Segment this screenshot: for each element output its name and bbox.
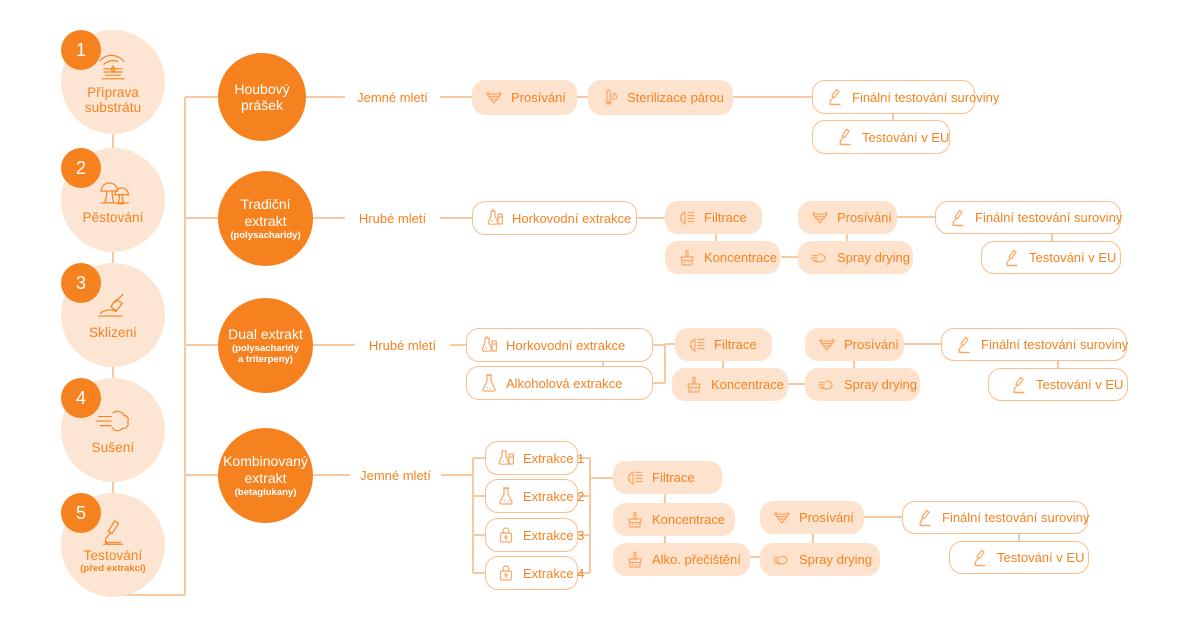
node-testovani-eu-3[interactable]: Testování v EU bbox=[988, 368, 1128, 401]
lock-icon bbox=[496, 525, 516, 545]
flask-icon bbox=[479, 373, 499, 393]
harvest-trowel-icon bbox=[97, 293, 124, 317]
branch-circle-kombinovany-extrakt[interactable]: Kombinovaný extrakt (betaglukany) bbox=[218, 428, 313, 523]
filter-icon bbox=[625, 468, 645, 488]
node-horkovodni-extrakce-2[interactable]: Horkovodní extrakce bbox=[472, 201, 637, 235]
sidebar-step-3-number: 3 bbox=[61, 263, 101, 303]
branch-title: Tradiční extrakt bbox=[240, 196, 291, 229]
microscope-icon bbox=[1009, 375, 1029, 395]
flowchart-canvas: Příprava substrátu 1 Pěstování 2 Sklizení… bbox=[0, 0, 1200, 633]
sidebar-step-5-number: 5 bbox=[61, 493, 101, 533]
node-spray-drying-4[interactable]: Spray drying bbox=[760, 543, 880, 576]
node-extrakce-4[interactable]: Extrakce 4 bbox=[485, 556, 584, 590]
filter-icon bbox=[677, 208, 697, 228]
node-filtrace-3[interactable]: Filtrace bbox=[675, 328, 772, 361]
hot-water-flask-icon bbox=[485, 208, 505, 228]
node-filtrace-4[interactable]: Filtrace bbox=[613, 461, 722, 494]
microscope-icon bbox=[825, 87, 845, 107]
branch-title: Kombinovaný extrakt bbox=[223, 453, 308, 486]
microscope-icon bbox=[954, 335, 974, 355]
node-extrakce-3[interactable]: Extrakce 3 bbox=[485, 518, 584, 552]
node-spray-drying-2[interactable]: Spray drying bbox=[798, 241, 913, 274]
node-hrube-mleti-3[interactable]: Hrubé mletí bbox=[355, 328, 450, 363]
node-jemne-mleti-1[interactable]: Jemné mletí bbox=[345, 80, 440, 115]
node-hrube-mleti-2[interactable]: Hrubé mletí bbox=[345, 201, 440, 236]
node-testovani-eu-2[interactable]: Testování v EU bbox=[981, 241, 1121, 274]
branch-circle-tradicni-extrakt[interactable]: Tradiční extrakt (polysacharidy) bbox=[218, 171, 313, 266]
sidebar-step-1-number: 1 bbox=[61, 30, 101, 70]
node-prosivani-4[interactable]: Prosívání bbox=[760, 501, 864, 534]
microscope-icon bbox=[948, 208, 968, 228]
sieve-icon bbox=[810, 208, 830, 228]
sieve-icon bbox=[772, 508, 792, 528]
drying-air-icon bbox=[96, 410, 129, 432]
node-finalni-testovani-3[interactable]: Finální testování suroviny bbox=[941, 328, 1128, 361]
node-prosivani-2[interactable]: Prosívání bbox=[798, 201, 897, 234]
microscope-icon bbox=[1002, 248, 1022, 268]
node-prosivani-1[interactable]: Prosívání bbox=[472, 80, 577, 115]
thermometer-drop-icon bbox=[600, 88, 620, 108]
sidebar-step-2-number: 2 bbox=[61, 148, 101, 188]
node-jemne-mleti-4[interactable]: Jemné mletí bbox=[350, 458, 441, 493]
concentrate-icon bbox=[625, 510, 645, 530]
spray-dry-icon bbox=[772, 550, 792, 570]
node-koncentrace-4[interactable]: Koncentrace bbox=[613, 503, 735, 536]
concentrate-icon bbox=[677, 248, 697, 268]
node-alkoholova-extrakce-3[interactable]: Alkoholová extrakce bbox=[466, 366, 653, 400]
flask-icon bbox=[496, 486, 516, 506]
sieve-icon bbox=[484, 88, 504, 108]
microscope-icon bbox=[970, 548, 990, 568]
branch-title: Houbový prášek bbox=[234, 80, 290, 114]
sidebar-step-2-label: Pěstování bbox=[82, 210, 144, 225]
sidebar-step-4-number: 4 bbox=[61, 378, 101, 418]
filter-icon bbox=[687, 335, 707, 355]
node-sterilizace-parou[interactable]: Sterilizace párou bbox=[588, 80, 733, 115]
spray-dry-icon bbox=[817, 375, 837, 395]
branch-subtitle: (polysacharidy a triterpeny) bbox=[231, 343, 300, 366]
microscope-icon bbox=[835, 127, 855, 147]
branch-title: Dual extrakt bbox=[228, 325, 303, 342]
node-alko-precisteni-4[interactable]: Alko. přečištění bbox=[613, 543, 750, 576]
sidebar-step-1-label: Příprava substrátu bbox=[84, 84, 142, 115]
sieve-icon bbox=[817, 335, 837, 355]
branch-subtitle: (betaglukany) bbox=[234, 487, 297, 498]
sidebar-step-5-label: Testování bbox=[83, 547, 143, 563]
node-spray-drying-3[interactable]: Spray drying bbox=[805, 368, 920, 401]
node-finalni-testovani-4[interactable]: Finální testování suroviny bbox=[902, 501, 1089, 534]
branch-circle-houbovy-prasek[interactable]: Houbový prášek bbox=[218, 53, 306, 141]
microscope-icon bbox=[103, 519, 123, 545]
branch-subtitle: (polysacharidy) bbox=[230, 230, 301, 241]
sidebar-step-4-label: Sušení bbox=[91, 440, 135, 455]
node-extrakce-2[interactable]: Extrakce 2 bbox=[485, 479, 584, 513]
hot-water-flask-icon bbox=[479, 335, 499, 355]
lock-icon bbox=[496, 563, 516, 583]
branch-circle-dual-extrakt[interactable]: Dual extrakt (polysacharidy a triterpeny) bbox=[218, 298, 313, 393]
node-koncentrace-3[interactable]: Koncentrace bbox=[672, 368, 788, 401]
node-finalni-testovani-2[interactable]: Finální testování suroviny bbox=[935, 201, 1122, 234]
mushrooms-icon bbox=[100, 182, 130, 205]
microscope-icon bbox=[915, 508, 935, 528]
hot-water-flask-icon bbox=[496, 448, 516, 468]
node-prosivani-3[interactable]: Prosívání bbox=[805, 328, 904, 361]
node-koncentrace-2[interactable]: Koncentrace bbox=[665, 241, 780, 274]
sidebar-step-3-label: Sklizení bbox=[88, 325, 138, 340]
node-horkovodni-extrakce-3[interactable]: Horkovodní extrakce bbox=[466, 328, 653, 362]
node-extrakce-1[interactable]: Extrakce 1 bbox=[485, 441, 584, 475]
node-finalni-testovani-1[interactable]: Finální testování suroviny bbox=[812, 80, 999, 114]
concentrate-icon bbox=[625, 550, 645, 570]
spray-dry-icon bbox=[810, 248, 830, 268]
node-testovani-eu-1[interactable]: Testování v EU bbox=[812, 120, 950, 154]
sidebar-step-5-sublabel: (před extrakcí) bbox=[80, 562, 146, 574]
node-testovani-eu-4[interactable]: Testování v EU bbox=[949, 541, 1089, 574]
concentrate-icon bbox=[684, 375, 704, 395]
node-filtrace-2[interactable]: Filtrace bbox=[665, 201, 762, 234]
